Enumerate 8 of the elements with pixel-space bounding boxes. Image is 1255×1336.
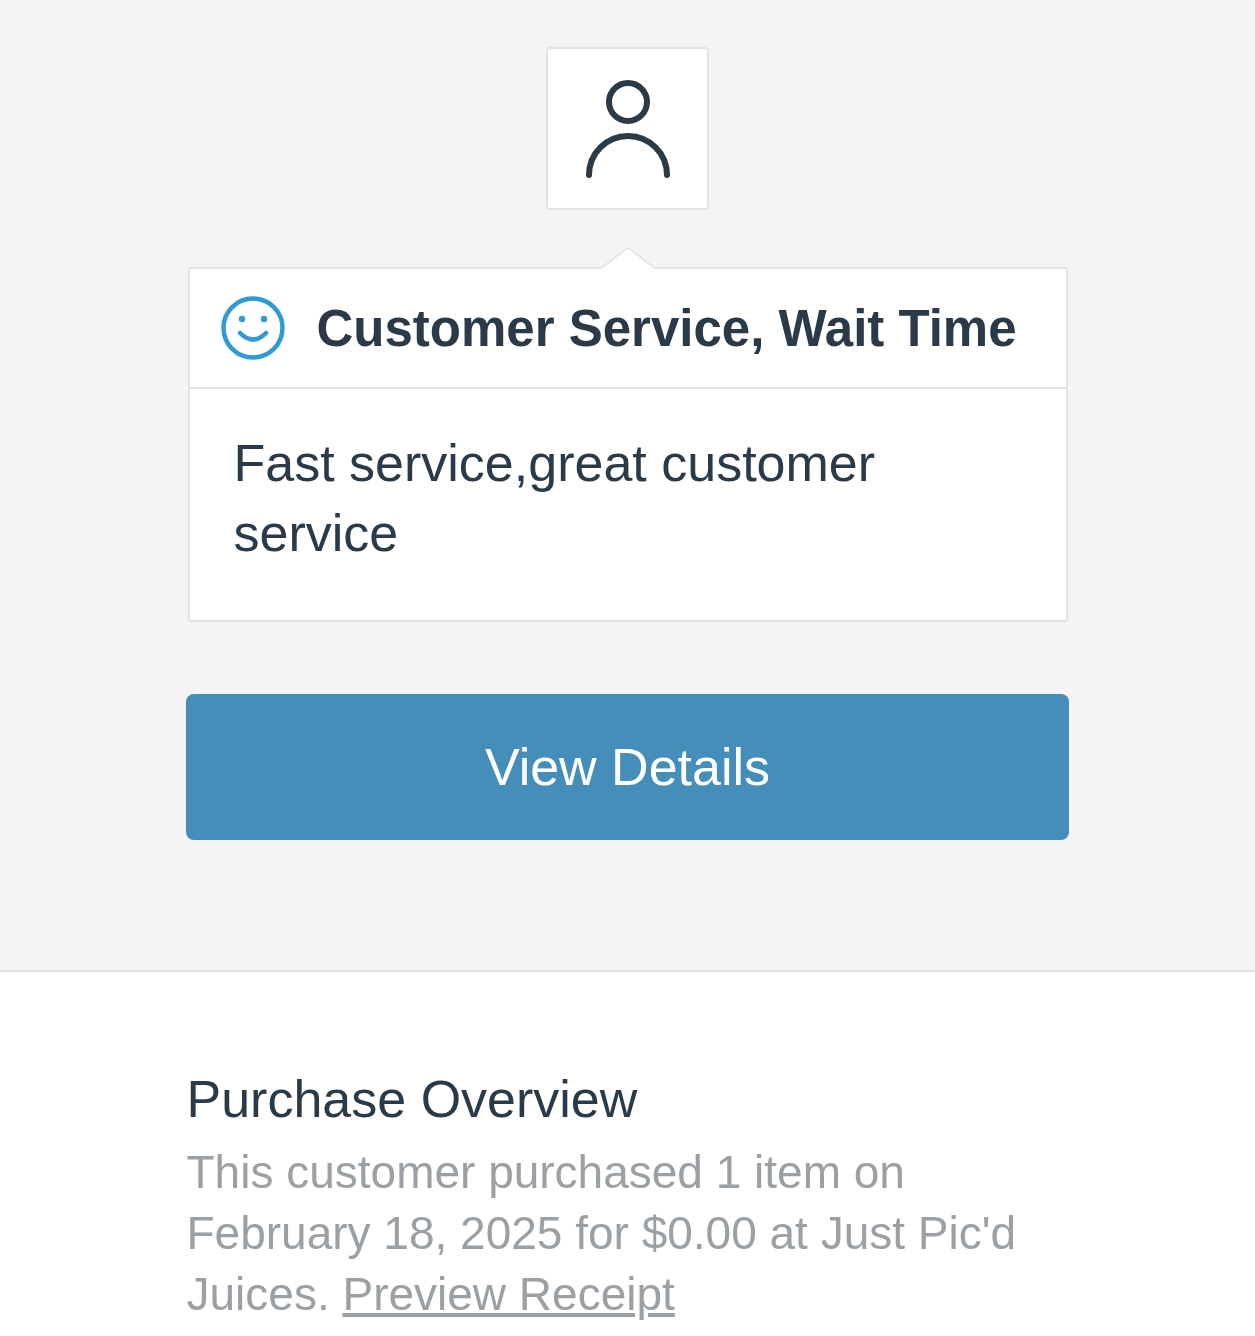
view-details-button[interactable]: View Details [186, 694, 1069, 840]
purchase-overview-heading: Purchase Overview [186, 1069, 638, 1130]
purchase-summary: This customer purchased 1 item on February 18, 2025 for $0.00 at Just Pic'd Juices. Preview Receipt [186, 1145, 1018, 1322]
preview-receipt-link[interactable]: Preview Receipt [342, 1268, 675, 1320]
feedback-comment: Fast service,great customer service [233, 433, 877, 564]
smiley-icon [220, 296, 285, 360]
person-icon [585, 79, 670, 178]
feedback-title: Customer Service, Wait Time [316, 298, 1017, 358]
